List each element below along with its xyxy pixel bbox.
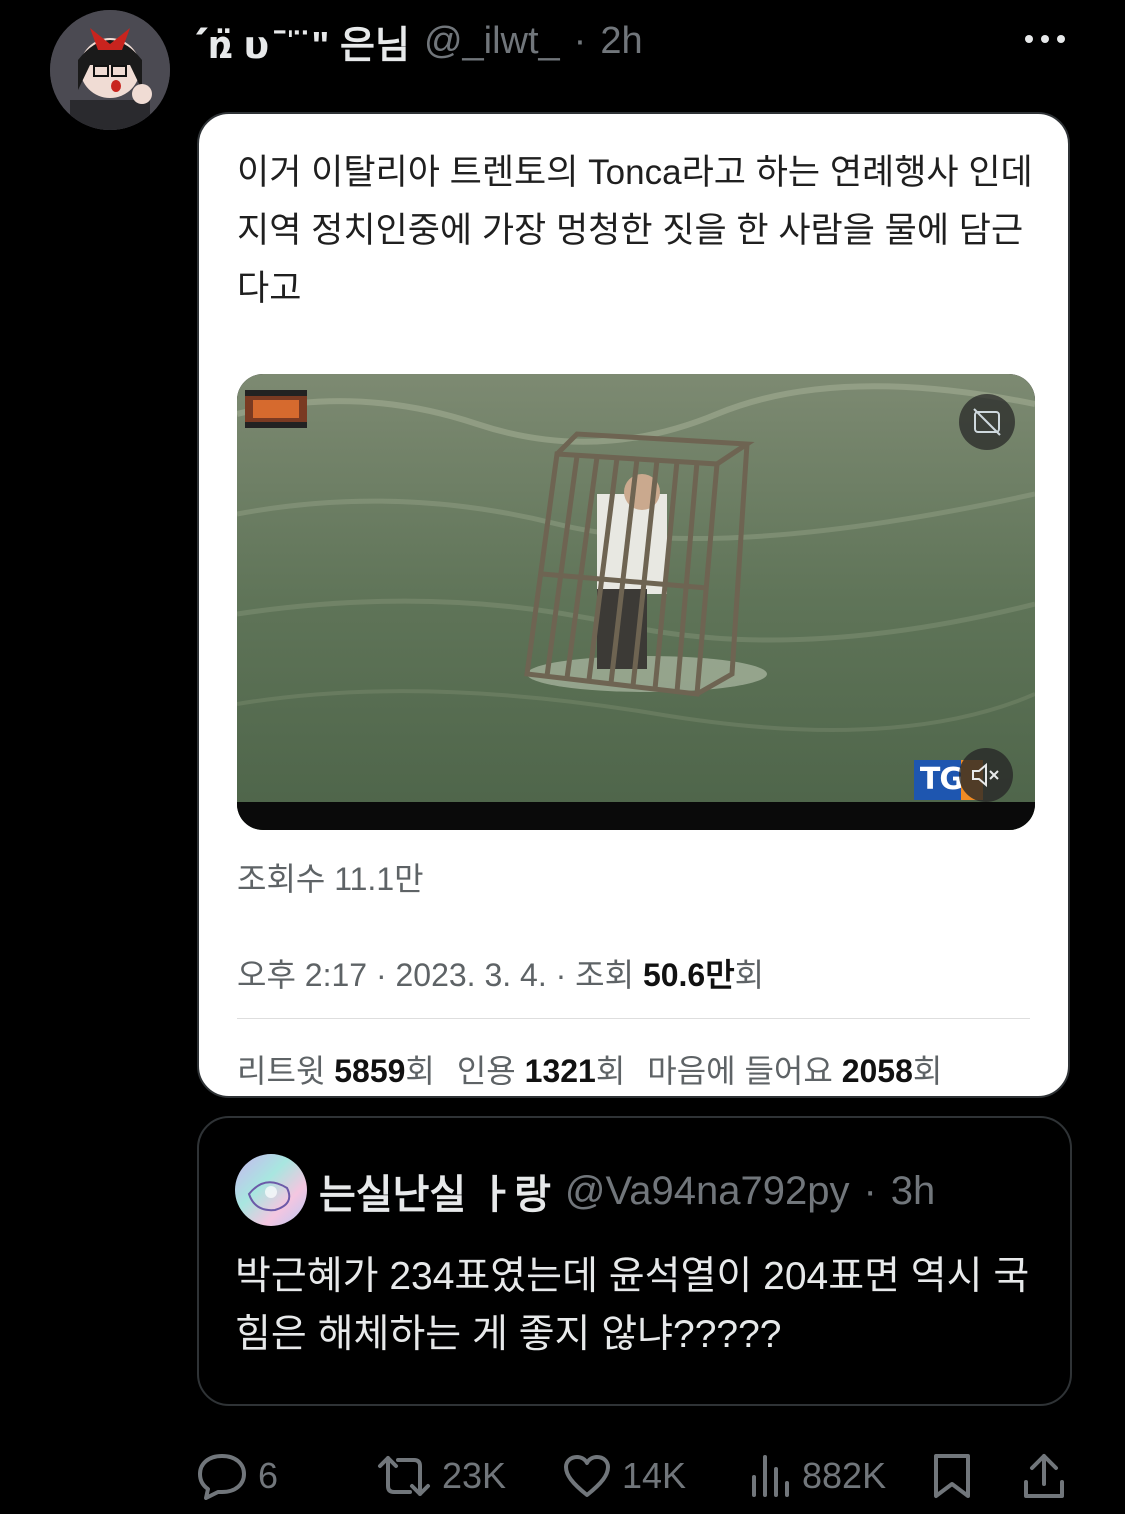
views-icon: [748, 1453, 792, 1499]
tweet-header: ՛ռ̈ 𝞄 ̄ ̍ ̈ " 은님 @_ilwt_ · 2h: [196, 14, 643, 68]
repost-button[interactable]: 23K: [376, 1446, 506, 1506]
likes-suffix: 회: [912, 1053, 943, 1089]
action-bar: 6 23K 14K 882K: [196, 1446, 1076, 1506]
time-separator: ·: [573, 19, 587, 62]
quote-author-handle[interactable]: @Va94na792py: [565, 1169, 850, 1214]
views-count: 882K: [802, 1455, 887, 1496]
like-count: 14K: [622, 1455, 687, 1496]
screenshot-divider: [237, 1018, 1030, 1019]
bookmark-icon: [932, 1452, 972, 1500]
quotes-suffix: 회: [595, 1053, 626, 1089]
likes-value: 2058: [841, 1053, 913, 1089]
share-button[interactable]: [1022, 1446, 1066, 1506]
like-button[interactable]: 14K: [562, 1446, 686, 1506]
film-badge-icon: [245, 390, 307, 428]
video-player[interactable]: TG: [237, 374, 1035, 830]
meta-time-date: 오후 2:17 · 2023. 3. 4. · 조회: [237, 957, 643, 993]
tweet-time[interactable]: 2h: [600, 20, 642, 63]
likes-label: 마음에 들어요: [647, 1053, 842, 1089]
author-avatar[interactable]: [50, 10, 170, 130]
bookmark-button[interactable]: [932, 1446, 972, 1506]
quote-time[interactable]: 3h: [891, 1169, 936, 1214]
reply-button[interactable]: 6: [196, 1446, 278, 1506]
quotes-value: 1321: [524, 1053, 596, 1089]
screenshot-meta: 오후 2:17 · 2023. 3. 4. · 조회 50.6만회: [237, 950, 764, 996]
reply-icon: [196, 1452, 248, 1500]
retweets-value: 5859: [334, 1053, 406, 1089]
quoted-tweet[interactable]: 는실난실 ㅏ랑 @Va94na792py · 3h 박근혜가 234표였는데 윤…: [197, 1116, 1072, 1406]
screenshot-stats: 리트윗 5859회 인용 1321회 마음에 들어요 2058회: [237, 1046, 942, 1092]
screenshot-text: 이거 이탈리아 트렌토의 Tonca라고 하는 연례행사 인데 지역 정치인중에…: [237, 153, 1033, 308]
video-bottom-bar: [237, 802, 1035, 830]
meta-views-suffix: 회: [734, 957, 765, 993]
quote-text: 박근혜가 234표였는데 윤석열이 204표면 역시 국힘은 해체하는 게 좋지…: [235, 1255, 1030, 1356]
share-icon: [1022, 1452, 1066, 1500]
quotes-label: 인용: [456, 1053, 525, 1089]
mute-icon[interactable]: [959, 748, 1013, 802]
like-icon: [562, 1453, 612, 1499]
more-icon[interactable]: [1023, 24, 1067, 54]
quote-author-name[interactable]: 는실난실 ㅏ랑: [319, 1162, 551, 1220]
author-handle[interactable]: @_ilwt_: [424, 20, 560, 63]
retweets-suffix: 회: [405, 1053, 435, 1089]
repost-count: 23K: [442, 1455, 507, 1496]
embedded-screenshot[interactable]: 이거 이탈리아 트렌토의 Tonca라고 하는 연례행사 인데 지역 정치인중에…: [197, 112, 1070, 1098]
quote-header: 는실난실 ㅏ랑 @Va94na792py · 3h: [319, 1162, 935, 1220]
gif-icon[interactable]: [959, 394, 1015, 450]
reply-count: 6: [258, 1455, 279, 1496]
quote-author-avatar[interactable]: [235, 1154, 307, 1226]
repost-icon: [376, 1452, 432, 1500]
views-button[interactable]: 882K: [748, 1446, 886, 1506]
author-display-name[interactable]: ՛ռ̈ 𝞄 ̄ ̍ ̈ " 은님: [196, 14, 410, 69]
video-views: 조회수 11.1만: [237, 861, 424, 897]
retweets-label: 리트윗: [237, 1053, 335, 1089]
quote-time-separator: ·: [863, 1168, 877, 1213]
meta-views-count: 50.6만: [642, 957, 735, 993]
